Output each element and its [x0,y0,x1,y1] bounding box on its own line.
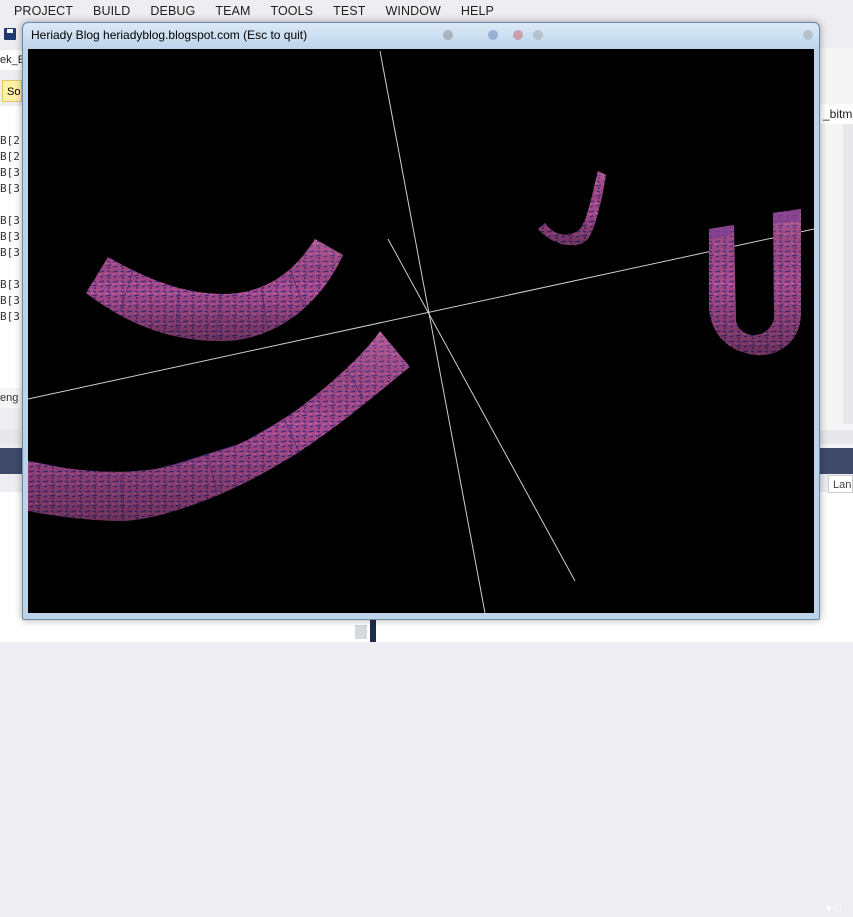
menu-window[interactable]: WINDOW [365,4,440,18]
window-title: Heriady Blog heriadyblog.blogspot.com (E… [31,28,308,42]
bitmap-document-tab[interactable]: _bitma [820,104,853,124]
tube-arc-upper-shade [86,239,343,342]
menu-project[interactable]: PROJECT [0,4,73,18]
vertical-scrollbar[interactable] [843,124,853,424]
solution-explorer-tab[interactable]: So [2,80,22,102]
code-line: B[3 [0,182,20,195]
menu-test[interactable]: TEST [313,4,365,18]
ghost-icon [488,30,498,40]
ghost-icon [803,30,813,40]
axis-line-z [387,238,576,582]
splitter-grip[interactable] [355,625,367,639]
menu-debug[interactable]: DEBUG [130,4,195,18]
menu-build[interactable]: BUILD [73,4,130,18]
document-tab[interactable]: ek_E [0,50,22,70]
code-line: B[3 [0,230,20,243]
code-line: B[3 [0,310,20,323]
output-text: eng [0,388,22,408]
menu-help[interactable]: HELP [441,4,494,18]
code-line: B[2 [0,150,20,163]
ghost-icon [443,30,453,40]
panel-pin-icon[interactable]: ▾ □ [826,901,853,917]
tube-arc-lower-shade [28,331,410,521]
code-line: B[2 [0,134,20,147]
code-line: B[3 [0,278,20,291]
ghost-toolbar [413,27,813,45]
menu-tools[interactable]: TOOLS [250,4,313,18]
ghost-icon [513,30,523,40]
save-icon[interactable] [4,28,16,40]
code-editor[interactable]: B[2 B[2 B[3 B[3 B[3 B[3 B[3 B[3 B[3 B[3 [0,106,22,391]
menu-team[interactable]: TEAM [195,4,250,18]
ghost-icon [533,30,543,40]
code-line: B[3 [0,166,20,179]
tube-small-j-shade [538,171,606,246]
scene-svg [28,50,814,613]
axis-line-y [379,50,486,613]
window-titlebar[interactable]: Heriady Blog heriadyblog.blogspot.com (E… [23,23,819,49]
splitter-handle[interactable] [370,620,376,642]
axis-lines [28,50,814,613]
code-line: B[3 [0,214,20,227]
render-canvas[interactable] [28,49,814,613]
code-line: B[3 [0,294,20,307]
code-line: B[3 [0,246,20,259]
menu-bar: PROJECT BUILD DEBUG TEAM TOOLS TEST WIND… [0,0,853,22]
opengl-window[interactable]: Heriady Blog heriadyblog.blogspot.com (E… [22,22,820,620]
language-column-header[interactable]: Lan [828,475,853,493]
